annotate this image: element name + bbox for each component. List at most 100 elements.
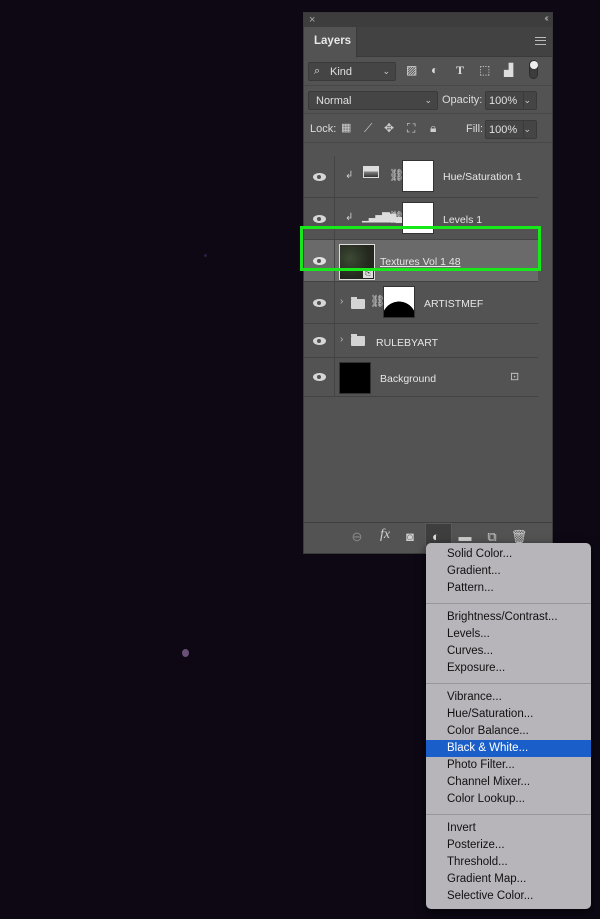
menu-item-channel-mixer[interactable]: Channel Mixer... <box>426 774 591 791</box>
menu-item-pattern[interactable]: Pattern... <box>426 580 591 597</box>
lock-artboard-icon[interactable]: ⛶ <box>407 121 415 136</box>
menu-item-brightness-contrast[interactable]: Brightness/Contrast... <box>426 609 591 626</box>
chevron-down-icon[interactable]: ⌄ <box>523 124 531 135</box>
eye-icon <box>313 298 326 307</box>
fx-icon[interactable]: fx <box>374 527 396 543</box>
menu-item-levels[interactable]: Levels... <box>426 626 591 643</box>
visibility-toggle[interactable] <box>304 324 335 357</box>
menu-item-photo-filter[interactable]: Photo Filter... <box>426 757 591 774</box>
eye-icon <box>313 373 326 381</box>
menu-item-gradient[interactable]: Gradient... <box>426 563 591 580</box>
link-layers-icon[interactable]: ⊖ <box>346 529 368 545</box>
visibility-toggle[interactable] <box>304 358 335 396</box>
shape-filter-icon[interactable]: ⬚ <box>479 63 490 77</box>
type-filter-icon[interactable]: T <box>456 63 464 78</box>
add-mask-icon[interactable]: ◙ <box>399 529 421 544</box>
image-filter-icon[interactable]: ▨ <box>406 63 417 77</box>
smart-object-badge-icon: ⎘ <box>363 268 373 278</box>
collapse-icon[interactable]: ‹‹ <box>544 13 548 25</box>
layer-row[interactable]: Background ⊡ <box>304 358 538 397</box>
lock-transparent-icon[interactable]: ▦ <box>341 121 351 134</box>
visibility-toggle[interactable] <box>304 240 335 281</box>
filter-toggle[interactable] <box>529 60 538 79</box>
chevron-down-icon: ⌄ <box>382 66 390 76</box>
layer-name: Levels 1 <box>443 214 483 226</box>
layer-name: Background <box>380 373 437 385</box>
layer-row-selected[interactable]: ⎘ Textures Vol 1 48 <box>304 240 538 282</box>
opacity-input[interactable]: 100% ⌄ <box>485 91 537 110</box>
visibility-toggle[interactable] <box>304 198 335 239</box>
panel-titlebar: × ‹‹ <box>304 13 552 27</box>
new-group-icon[interactable]: ▬ <box>454 529 476 544</box>
kind-label: Kind <box>330 66 353 78</box>
background-speck <box>182 649 189 657</box>
search-icon: ⌕ <box>314 65 321 77</box>
chevron-down-icon: ⌄ <box>424 95 432 105</box>
lock-position-icon[interactable]: ✥ <box>384 121 394 135</box>
menu-item-black-white[interactable]: Black & White... <box>426 740 591 757</box>
layer-mask-thumbnail[interactable] <box>383 286 415 318</box>
adjustment-filter-icon[interactable]: ◐ <box>431 63 438 77</box>
close-icon[interactable]: × <box>309 14 315 26</box>
folder-icon <box>351 334 365 346</box>
menu-separator <box>426 814 591 815</box>
lock-row: Lock: ▦ ⟋ ✥ ⛶ 🔒︎ Fill: 100% ⌄ <box>304 114 552 143</box>
menu-item-hue-saturation[interactable]: Hue/Saturation... <box>426 706 591 723</box>
layer-row[interactable]: ↲ ▁▃▅▇▆▄ ⛓︎ Levels 1 <box>304 198 538 240</box>
fill-value: 100% <box>489 124 518 136</box>
expand-arrow-icon[interactable]: › <box>340 334 343 345</box>
expand-arrow-icon[interactable]: › <box>340 296 343 307</box>
blend-mode-value: Normal <box>316 95 352 107</box>
layer-thumbnail[interactable] <box>339 362 371 394</box>
opacity-value: 100% <box>489 95 518 107</box>
visibility-toggle[interactable] <box>304 156 335 197</box>
background-speck <box>204 254 207 257</box>
filter-row: ⌕ Kind ⌄ ▨ ◐ T ⬚ ▟ <box>304 57 552 86</box>
layer-name[interactable]: Hue/Saturation 1 <box>443 171 522 183</box>
menu-item-threshold[interactable]: Threshold... <box>426 854 591 871</box>
layer-mask-thumbnail[interactable] <box>402 160 434 192</box>
eye-icon <box>313 172 326 181</box>
menu-separator <box>426 603 591 604</box>
clipping-arrow-icon: ↲ <box>345 170 354 181</box>
layers-scrollbar[interactable] <box>537 156 552 519</box>
smart-object-filter-icon[interactable]: ▟ <box>504 63 513 77</box>
layer-row[interactable]: ↲ ⛓︎ Hue/Saturation 1 <box>304 156 538 198</box>
visibility-toggle[interactable] <box>304 282 335 323</box>
kind-filter-select[interactable]: ⌕ Kind ⌄ <box>308 62 396 81</box>
chevron-down-icon[interactable]: ⌄ <box>523 95 531 106</box>
menu-item-gradient-map[interactable]: Gradient Map... <box>426 871 591 888</box>
lock-all-icon[interactable]: 🔒︎ <box>430 121 436 136</box>
lock-icon: ⊡ <box>510 371 520 383</box>
menu-item-solid-color[interactable]: Solid Color... <box>426 546 591 563</box>
menu-item-posterize[interactable]: Posterize... <box>426 837 591 854</box>
eye-icon <box>313 256 326 265</box>
hamburger-menu-icon[interactable] <box>535 37 546 45</box>
blend-row: Normal ⌄ Opacity: 100% ⌄ <box>304 86 552 114</box>
menu-item-selective-color[interactable]: Selective Color... <box>426 888 591 905</box>
hue-saturation-adjustment-icon <box>363 166 379 178</box>
layer-name[interactable]: Textures Vol 1 48 <box>380 256 461 268</box>
menu-item-color-lookup[interactable]: Color Lookup... <box>426 791 591 808</box>
layer-row[interactable]: › RULEBYART <box>304 324 538 358</box>
panel-tabbar: Layers <box>304 27 552 58</box>
menu-item-color-balance[interactable]: Color Balance... <box>426 723 591 740</box>
layer-row[interactable]: › ⛓︎ ARTISTMEF <box>304 282 538 324</box>
fill-input[interactable]: 100% ⌄ <box>485 120 537 139</box>
opacity-label: Opacity: <box>442 94 483 106</box>
adjustment-layer-icon: ◐ <box>432 529 440 544</box>
menu-item-exposure[interactable]: Exposure... <box>426 660 591 677</box>
layers-list: ↲ ⛓︎ Hue/Saturation 1 ↲ ▁▃▅▇▆▄ ⛓︎ Levels… <box>304 156 538 397</box>
layer-thumbnail[interactable]: ⎘ <box>339 244 375 280</box>
layer-name: RULEBYART <box>376 337 439 349</box>
lock-paint-icon[interactable]: ⟋ <box>364 121 372 136</box>
tab-layers[interactable]: Layers <box>304 27 357 58</box>
fill-label: Fill: <box>466 123 484 135</box>
menu-item-vibrance[interactable]: Vibrance... <box>426 689 591 706</box>
blend-mode-select[interactable]: Normal ⌄ <box>308 91 438 110</box>
eye-icon <box>313 214 326 223</box>
menu-item-invert[interactable]: Invert <box>426 820 591 837</box>
menu-item-curves[interactable]: Curves... <box>426 643 591 660</box>
layer-mask-thumbnail[interactable] <box>402 202 434 234</box>
layers-panel: × ‹‹ Layers ⌕ Kind ⌄ ▨ ◐ T ⬚ ▟ Normal ⌄ … <box>300 12 553 554</box>
